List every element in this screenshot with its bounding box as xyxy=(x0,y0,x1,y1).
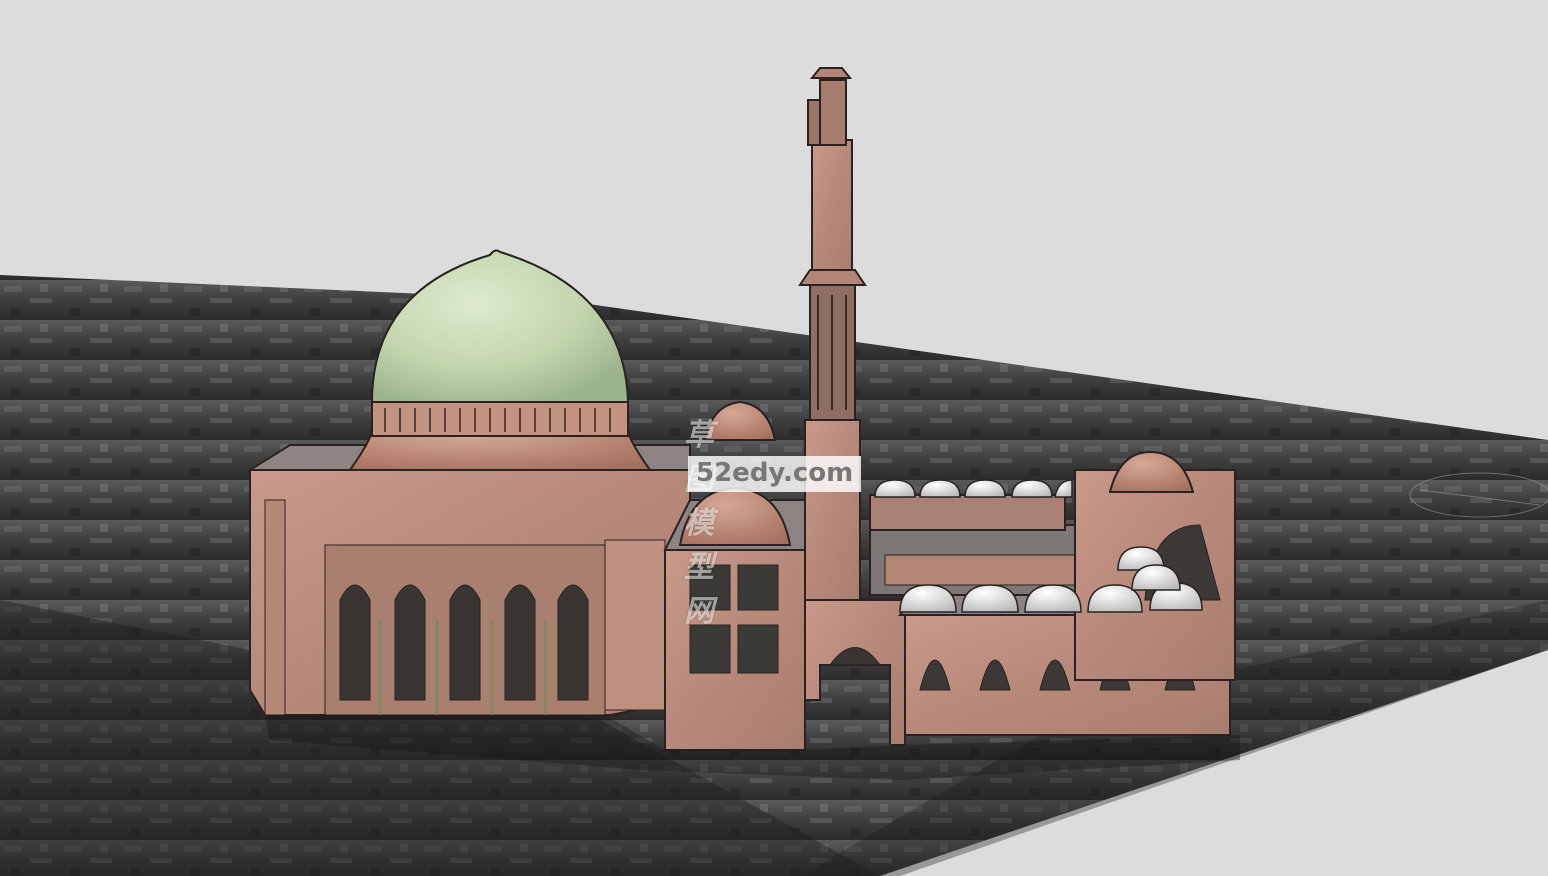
prayer-hall xyxy=(246,444,691,716)
3d-viewport[interactable]: 草图模型网 52edy.com xyxy=(0,0,1548,876)
mosque-model-scene xyxy=(0,0,1548,876)
